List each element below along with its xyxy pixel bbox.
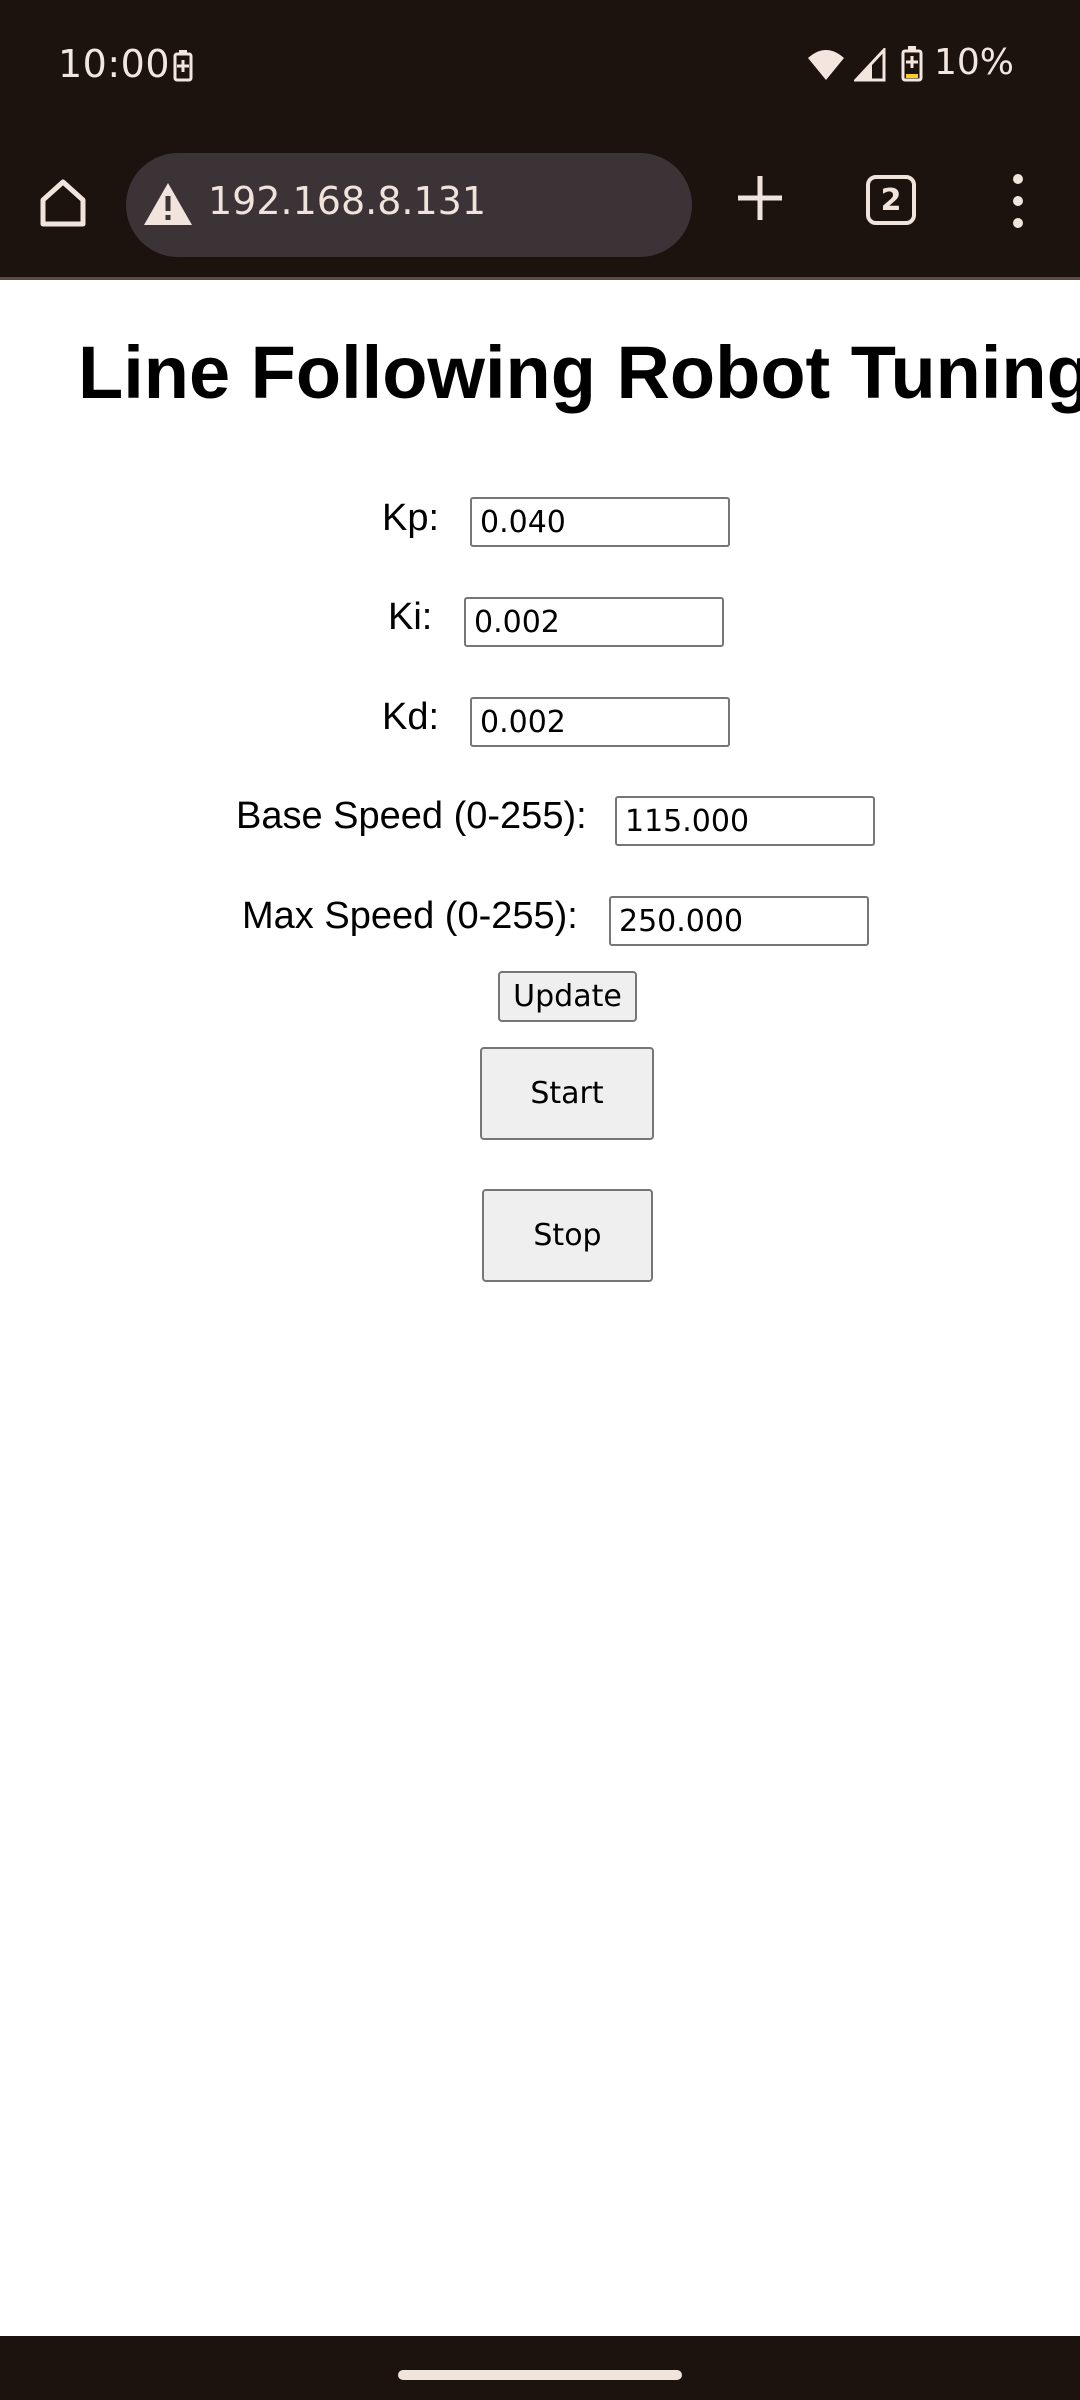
home-icon bbox=[40, 179, 86, 227]
base-speed-label: Base Speed (0-255): bbox=[236, 795, 587, 837]
plus-icon[interactable] bbox=[736, 174, 784, 222]
max-speed-input[interactable] bbox=[609, 896, 869, 946]
tab-switcher-button[interactable]: 2 bbox=[866, 175, 916, 225]
cell-signal-icon bbox=[854, 48, 886, 82]
status-time: 10:00 bbox=[58, 42, 171, 86]
start-button[interactable]: Start bbox=[480, 1047, 654, 1140]
kp-label: Kp: bbox=[382, 497, 440, 539]
ki-label: Ki: bbox=[388, 596, 433, 638]
kd-label: Kd: bbox=[382, 696, 440, 738]
battery-charging-icon bbox=[173, 50, 193, 82]
battery-icon bbox=[901, 46, 923, 82]
more-vert-icon[interactable] bbox=[1000, 174, 1036, 228]
url-text[interactable]: 192.168.8.131 bbox=[208, 179, 486, 223]
home-gesture-handle[interactable] bbox=[398, 2370, 682, 2380]
status-bar: 10:00 10% bbox=[0, 0, 1080, 132]
max-speed-label: Max Speed (0-255): bbox=[242, 895, 578, 937]
battery-percent: 10% bbox=[934, 42, 1015, 83]
ki-input[interactable] bbox=[464, 597, 724, 647]
wifi-icon bbox=[808, 50, 844, 80]
address-bar[interactable]: 192.168.8.131 bbox=[126, 153, 692, 257]
update-button[interactable]: Update bbox=[498, 971, 637, 1022]
kp-input[interactable] bbox=[470, 497, 730, 547]
base-speed-input[interactable] bbox=[615, 796, 875, 846]
kd-input[interactable] bbox=[470, 697, 730, 747]
system-nav-bar bbox=[0, 2336, 1080, 2400]
browser-toolbar: 192.168.8.131 2 bbox=[0, 132, 1080, 280]
warning-icon[interactable] bbox=[142, 181, 194, 227]
page-title: Line Following Robot Tuning bbox=[78, 331, 1080, 414]
home-button[interactable] bbox=[32, 172, 94, 234]
stop-button[interactable]: Stop bbox=[482, 1189, 653, 1282]
